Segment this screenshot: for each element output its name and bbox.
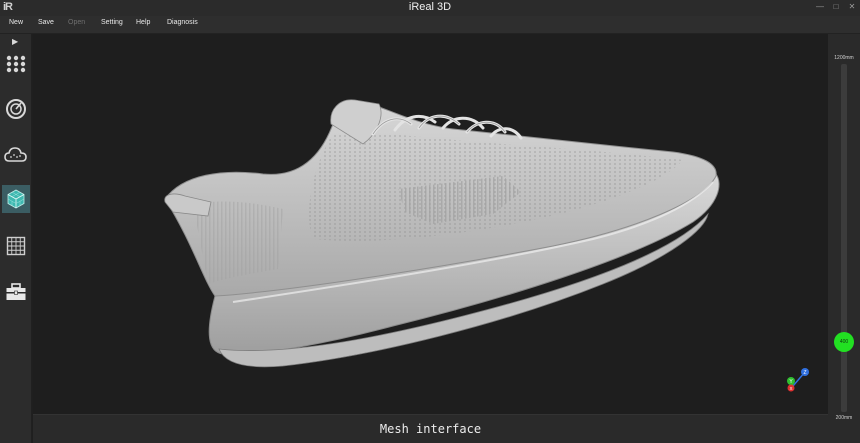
sneaker-mesh-model[interactable]: Z Y X [33, 34, 828, 414]
axis-x-label: X [789, 386, 792, 391]
window-title: iReal 3D [408, 1, 452, 13]
menu-setting[interactable]: Setting [101, 19, 123, 26]
tool-cloud-button[interactable] [2, 141, 30, 169]
toolbox-icon [6, 283, 26, 300]
cloud-icon [4, 147, 27, 162]
mode-label: Mesh interface [379, 422, 482, 436]
minimize-button[interactable]: — [816, 2, 824, 12]
range-max-label: 1200mm [834, 55, 854, 61]
range-slider-track[interactable] [841, 64, 847, 412]
grid-dots-icon [6, 55, 26, 73]
range-panel: 1200mm 400 200mm [828, 34, 860, 443]
menu-help[interactable]: Help [136, 19, 150, 26]
menu-save[interactable]: Save [38, 19, 54, 26]
axis-z-label: Z [803, 370, 806, 376]
axis-gizmo: Z Y X [787, 368, 809, 392]
menu-open[interactable]: Open [68, 19, 85, 26]
tool-turntable-button[interactable] [2, 95, 30, 123]
range-slider-thumb[interactable]: 400 [834, 332, 854, 353]
tool-grid-dots-button[interactable] [2, 50, 30, 78]
tool-mesh-button[interactable] [2, 185, 30, 213]
tool-grid-button[interactable] [2, 232, 30, 260]
menu-bar: New Save Open Setting Help Diagnosis [0, 16, 860, 34]
tool-toolbox-button[interactable] [2, 278, 30, 306]
grid-icon [6, 236, 26, 256]
range-slider-value: 400 [839, 339, 849, 346]
menu-diagnosis[interactable]: Diagnosis [167, 19, 198, 26]
expand-sidebar-button[interactable]: ▶ [12, 37, 18, 46]
turntable-icon [6, 99, 26, 119]
range-min-label: 200mm [835, 415, 853, 421]
menu-new[interactable]: New [9, 19, 23, 26]
close-button[interactable]: ✕ [848, 2, 856, 12]
status-bar: Mesh interface [33, 414, 828, 443]
title-bar: iR iReal 3D — □ ✕ [0, 0, 860, 16]
mesh-cube-icon [7, 189, 25, 209]
tool-sidebar: ▶ [0, 34, 32, 443]
3d-viewport[interactable]: Z Y X [33, 34, 828, 414]
maximize-button[interactable]: □ [832, 2, 840, 12]
window-controls: — □ ✕ [816, 2, 856, 12]
